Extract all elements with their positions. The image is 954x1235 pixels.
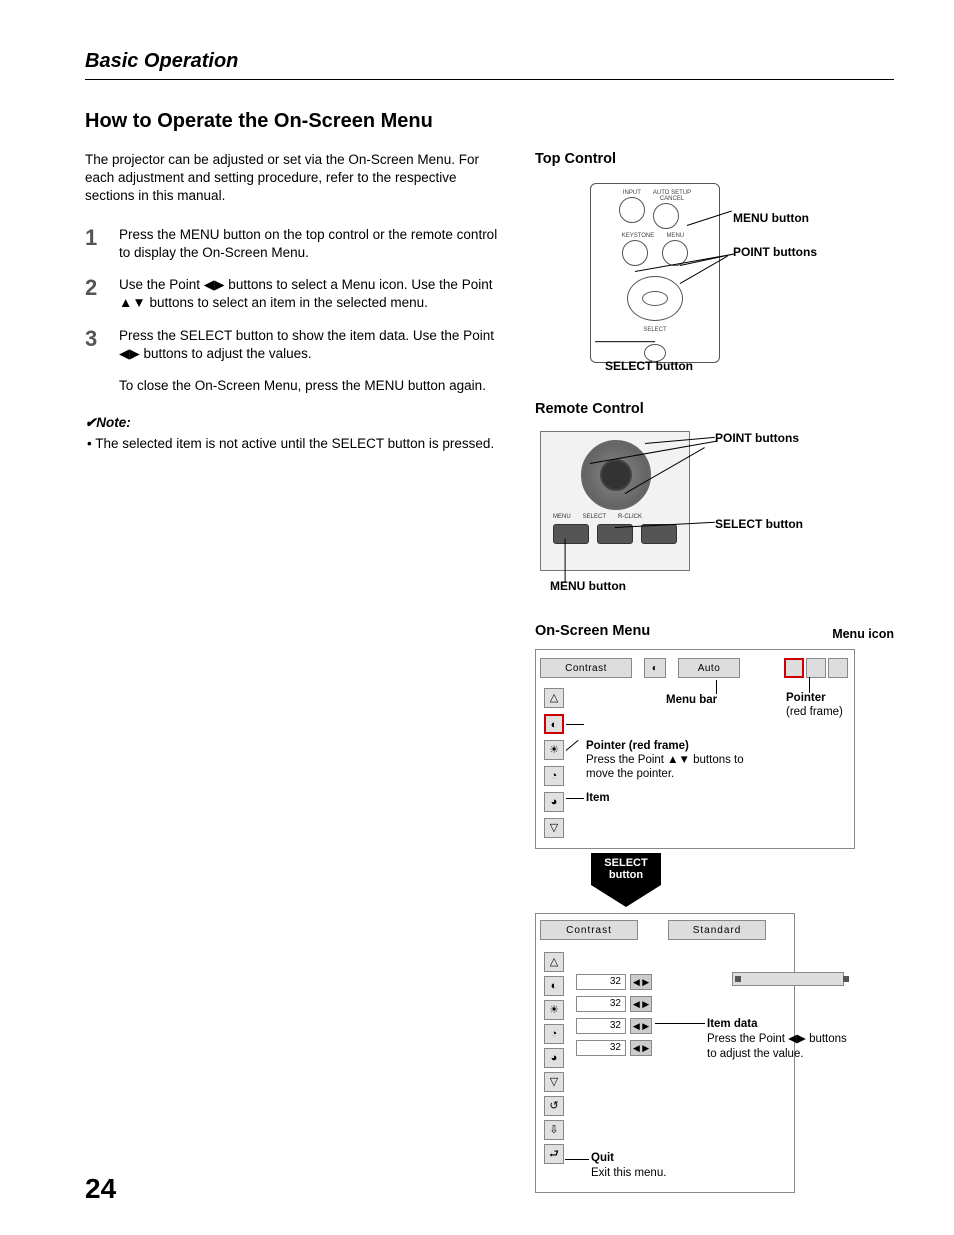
lr-adjust: ◀ ▶: [630, 974, 652, 990]
closing-text: To close the On-Screen Menu, press the M…: [119, 377, 505, 395]
side2-item: ◕: [544, 1048, 564, 1068]
point-dial: [627, 276, 683, 321]
side-icon-brightness: ☀: [544, 740, 564, 760]
osm-frame-before: Contrast ◐ Auto △ ◐ ☀ ◔ ◕ ▽: [535, 649, 855, 849]
menubar-icon: ◐: [644, 658, 666, 678]
menu-label: MENU: [662, 233, 688, 239]
item-data-label: Item dataPress the Point ◀▶ buttons to a…: [707, 1017, 857, 1062]
point-buttons-label: POINT buttons: [733, 245, 817, 259]
side-icon-item: ◕: [544, 792, 564, 812]
menu-icon-item: [828, 658, 848, 678]
side2-up: △: [544, 952, 564, 972]
side-icon-item: ◔: [544, 766, 564, 786]
note-body: The selected item is not active until th…: [95, 435, 505, 453]
menubar2-selection: Standard: [668, 920, 766, 940]
menu-button-label: MENU button: [733, 211, 809, 225]
side2-item: ◔: [544, 1024, 564, 1044]
value-box: 32: [576, 1018, 626, 1034]
side2-reset: ↺: [544, 1096, 564, 1116]
step-2: 2 Use the Point ◀▶ buttons to select a M…: [85, 276, 505, 312]
remote-select-label: SELECT button: [715, 517, 803, 531]
side-icon-down: ▽: [544, 818, 564, 838]
lr-adjust: ◀ ▶: [630, 1040, 652, 1056]
menu-icon-highlighted: [784, 658, 804, 678]
remote-rclick-button: [641, 524, 677, 544]
osm-heading: On-Screen Menu: [535, 623, 650, 639]
rc-select-lbl: SELECT: [583, 514, 606, 520]
pointer-label: Pointer(red frame): [786, 692, 843, 720]
step-text: Press the SELECT button to show the item…: [119, 327, 505, 363]
step-number: 1: [85, 226, 119, 250]
menubar-name: Contrast: [540, 658, 632, 678]
remote-point-label: POINT buttons: [715, 431, 799, 445]
select-button-label: SELECT button: [605, 359, 693, 373]
keystone-label: KEYSTONE: [622, 233, 655, 239]
input-label: INPUT: [619, 190, 645, 196]
remote-control-heading: Remote Control: [535, 401, 894, 417]
menu-icon-item: [806, 658, 826, 678]
value-box: 32: [576, 974, 626, 990]
rc-rclick-lbl: R-CLICK: [618, 514, 642, 520]
value-slider: [732, 972, 844, 986]
intro-paragraph: The projector can be adjusted or set via…: [85, 151, 505, 206]
input-button: [619, 197, 645, 223]
step-number: 3: [85, 327, 119, 351]
note-block: ✔Note: The selected item is not active u…: [85, 415, 505, 453]
rc-menu-lbl: MENU: [553, 514, 571, 520]
note-heading: ✔Note:: [85, 415, 505, 431]
pointer-desc: Pointer (red frame)Press the Point ▲▼ bu…: [586, 740, 766, 781]
item-label: Item: [586, 792, 610, 806]
step-text: Press the MENU button on the top control…: [119, 226, 505, 262]
step-text: Use the Point ◀▶ buttons to select a Men…: [119, 276, 505, 312]
side2-quit: ⮐: [544, 1144, 564, 1164]
step-3: 3 Press the SELECT button to show the it…: [85, 327, 505, 363]
section-title: How to Operate the On-Screen Menu: [85, 110, 894, 133]
side2-down: ▽: [544, 1072, 564, 1092]
remote-menu-label: MENU button: [550, 579, 626, 593]
menu-icon-label: Menu icon: [832, 627, 894, 641]
top-control-diagram: INPUT AUTO SETUP CANCEL KEYSTONE MENU SE…: [535, 173, 894, 383]
side-icon-up: △: [544, 688, 564, 708]
select-label: SELECT: [643, 327, 666, 333]
step-1: 1 Press the MENU button on the top contr…: [85, 226, 505, 262]
top-control-heading: Top Control: [535, 151, 894, 167]
quit-label: QuitExit this menu.: [591, 1151, 666, 1181]
keystone-button: [622, 240, 648, 266]
side2-contrast: ◐: [544, 976, 564, 996]
lr-adjust: ◀ ▶: [630, 1018, 652, 1034]
menu-bar-label: Menu bar: [666, 694, 717, 708]
step-number: 2: [85, 276, 119, 300]
remote-menu-button: [553, 524, 589, 544]
select-arrow: SELECT button: [591, 853, 661, 907]
autosetup-button: [653, 203, 679, 229]
menubar2-name: Contrast: [540, 920, 638, 940]
side2-bright: ☀: [544, 1000, 564, 1020]
autosetup-label: AUTO SETUP CANCEL: [653, 190, 691, 202]
remote-control-diagram: MENU SELECT R-CLICK POINT buttons SELECT…: [535, 423, 894, 603]
value-box: 32: [576, 1040, 626, 1056]
side2-store: ⇩: [544, 1120, 564, 1140]
page-number: 24: [85, 1173, 116, 1205]
chapter-title: Basic Operation: [85, 50, 894, 80]
lr-adjust: ◀ ▶: [630, 996, 652, 1012]
side-icon-contrast: ◐: [544, 714, 564, 734]
value-box: 32: [576, 996, 626, 1012]
remote-point-wheel: [581, 440, 651, 510]
menubar-selection: Auto: [678, 658, 740, 678]
